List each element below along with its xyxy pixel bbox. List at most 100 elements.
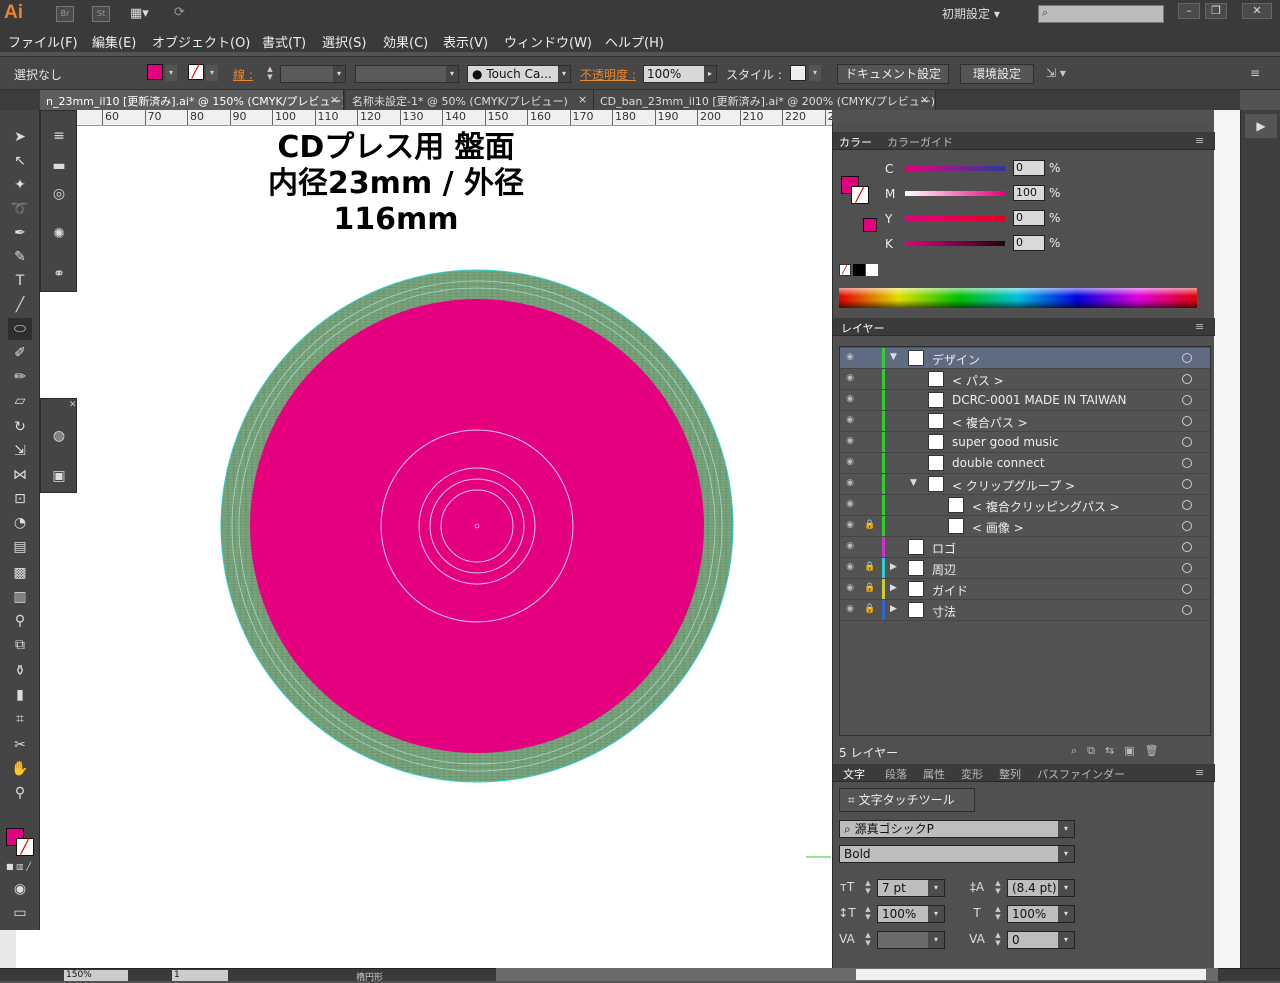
visibility-eye-icon[interactable]: ◉ bbox=[843, 499, 857, 511]
kerning-field[interactable]: ▾ bbox=[877, 931, 945, 949]
leading-field[interactable]: (8.4 pt) ▾ bbox=[1007, 879, 1075, 897]
label-disc[interactable] bbox=[250, 299, 704, 753]
shape-builder-tool-icon[interactable]: ◔ bbox=[8, 512, 32, 534]
layer-row[interactable]: ◉ ▼ < クリップグループ > bbox=[840, 474, 1210, 495]
bridge-button[interactable]: Br bbox=[56, 6, 74, 22]
variable-width-dropdown[interactable]: ▾ bbox=[355, 65, 459, 83]
document-setup-button[interactable]: ドキュメント設定 bbox=[837, 64, 949, 84]
eyedropper-tool-icon[interactable]: ⚲ bbox=[8, 610, 32, 632]
eraser-tool-icon[interactable]: ▱ bbox=[8, 390, 32, 412]
menu-effect[interactable]: 効果(C) bbox=[383, 32, 428, 51]
mesh-tool-icon[interactable]: ▩ bbox=[8, 562, 32, 584]
visibility-eye-icon[interactable]: ◉ bbox=[843, 583, 857, 595]
zoom-tool-icon[interactable]: ⚲ bbox=[8, 782, 32, 804]
layers-footer-buttons[interactable]: ⌕⧉⇆▣🗑 bbox=[1071, 744, 1211, 760]
chevron-down-icon[interactable]: ▾ bbox=[809, 65, 821, 81]
workspace-switcher[interactable]: 初期設定 ▾ bbox=[942, 5, 1020, 23]
direct-selection-tool-icon[interactable]: ↖ bbox=[8, 150, 32, 172]
font-size-field[interactable]: 7 pt ▾ bbox=[877, 879, 945, 897]
target-circle-icon[interactable] bbox=[1182, 374, 1192, 384]
target-circle-icon[interactable] bbox=[1182, 542, 1192, 552]
symbol-sprayer-tool-icon[interactable]: ⚱ bbox=[8, 660, 32, 682]
lock-toggle[interactable] bbox=[864, 394, 876, 406]
layer-row[interactable]: ◉ 🔒 ▶ 周辺 bbox=[840, 558, 1210, 579]
target-circle-icon[interactable] bbox=[1182, 416, 1192, 426]
lock-toggle[interactable] bbox=[864, 436, 876, 448]
tab-paragraph[interactable]: 段落 bbox=[885, 766, 907, 782]
black-slider[interactable] bbox=[905, 241, 1005, 246]
lock-toggle[interactable] bbox=[864, 457, 876, 469]
lock-toggle[interactable] bbox=[864, 415, 876, 427]
touch-type-button[interactable]: ⌗ 文字タッチツール bbox=[839, 788, 975, 812]
line-tool-icon[interactable]: ╱ bbox=[8, 294, 32, 316]
stroke-weight-spinner[interactable]: ▲ ▼ bbox=[263, 65, 277, 83]
artboard[interactable]: CDプレス用 盤面 内径23mm / 外径116mm bbox=[16, 126, 832, 968]
lock-toggle[interactable] bbox=[864, 478, 876, 490]
vertical-scale-spinner[interactable]: ▲ ▼ bbox=[863, 905, 873, 923]
preferences-button[interactable]: 環境設定 bbox=[960, 64, 1034, 84]
color-stroke-swatch[interactable]: ╱ bbox=[851, 186, 869, 204]
lock-icon[interactable]: 🔒 bbox=[864, 583, 876, 595]
target-circle-icon[interactable] bbox=[1182, 563, 1192, 573]
type-tool-icon[interactable]: T bbox=[8, 270, 32, 292]
lock-icon[interactable]: 🔒 bbox=[864, 604, 876, 616]
transparency-panel-icon[interactable]: ◎ bbox=[47, 183, 71, 205]
layer-row[interactable]: ◉ 🔒 ▶ ガイド bbox=[840, 579, 1210, 600]
menu-window[interactable]: ウィンドウ(W) bbox=[504, 32, 592, 51]
stroke-color-box[interactable]: ╱ bbox=[16, 838, 34, 856]
none-swatch[interactable]: ╱ bbox=[839, 264, 851, 276]
disclosure-closed-icon[interactable]: ▶ bbox=[890, 604, 900, 614]
gradient-panel-icon[interactable]: ▬ bbox=[47, 155, 71, 177]
lock-toggle[interactable] bbox=[864, 373, 876, 385]
cyan-value[interactable]: 0 bbox=[1013, 160, 1045, 176]
tab-layers[interactable]: レイヤー bbox=[841, 320, 885, 336]
close-icon[interactable]: × bbox=[578, 93, 587, 106]
menu-help[interactable]: ヘルプ(H) bbox=[605, 32, 664, 51]
close-window-button[interactable]: ✕ bbox=[1242, 3, 1272, 19]
stock-button[interactable]: St bbox=[92, 6, 110, 22]
tab-color-guide[interactable]: カラーガイド bbox=[887, 134, 953, 150]
arrange-docs-icon[interactable]: ▦▾ bbox=[130, 6, 158, 22]
rotate-tool-icon[interactable]: ↻ bbox=[8, 416, 32, 438]
zoom-field[interactable]: 150% bbox=[64, 970, 128, 981]
tracking-field[interactable]: 0 ▾ bbox=[1007, 931, 1075, 949]
chevron-down-icon[interactable]: ▾ bbox=[165, 65, 177, 81]
visibility-eye-icon[interactable]: ◉ bbox=[843, 562, 857, 574]
color-spectrum[interactable] bbox=[839, 288, 1197, 308]
visibility-eye-icon[interactable]: ◉ bbox=[843, 373, 857, 385]
visibility-eye-icon[interactable]: ◉ bbox=[843, 604, 857, 616]
font-style-field[interactable]: Bold ▾ bbox=[839, 845, 1075, 863]
target-circle-icon[interactable] bbox=[1182, 605, 1192, 615]
expand-panels-icon[interactable]: ▶ bbox=[1245, 114, 1277, 138]
horizontal-scale-field[interactable]: 100% ▾ bbox=[1007, 905, 1075, 923]
white-swatch[interactable] bbox=[866, 264, 878, 276]
opacity-label[interactable]: 不透明度 : bbox=[580, 66, 636, 83]
tab-pathfinder[interactable]: パスファインダー bbox=[1037, 766, 1125, 782]
links-panel-icon[interactable]: ⚭ bbox=[47, 263, 71, 285]
tab-align[interactable]: 整列 bbox=[999, 766, 1021, 782]
font-size-spinner[interactable]: ▲ ▼ bbox=[863, 879, 873, 897]
target-circle-icon[interactable] bbox=[1182, 437, 1192, 447]
fill-swatch[interactable] bbox=[147, 64, 163, 80]
free-transform-tool-icon[interactable]: ⊡ bbox=[8, 488, 32, 510]
menu-view[interactable]: 表示(V) bbox=[443, 32, 488, 51]
panel-menu-icon[interactable]: ≡ bbox=[1195, 766, 1204, 779]
lock-icon[interactable]: 🔒 bbox=[864, 520, 876, 532]
visibility-eye-icon[interactable]: ◉ bbox=[843, 415, 857, 427]
tab-document-2[interactable]: 名称未設定-1* @ 50% (CMYK/プレビュー) bbox=[346, 90, 594, 110]
layer-row[interactable]: ◉ double connect bbox=[840, 453, 1210, 474]
disclosure-open-icon[interactable]: ▼ bbox=[890, 352, 900, 362]
chevron-down-icon[interactable]: ▾ bbox=[206, 65, 218, 81]
tab-document-3[interactable]: CD_ban_23mm_il10 [更新済み].ai* @ 200% (CMYK… bbox=[594, 90, 936, 110]
visibility-eye-icon[interactable]: ◉ bbox=[843, 478, 857, 490]
visibility-eye-icon[interactable]: ◉ bbox=[843, 457, 857, 469]
draw-mode-icon[interactable]: ◉ bbox=[8, 878, 32, 900]
disclosure-closed-icon[interactable]: ▶ bbox=[890, 583, 900, 593]
scale-tool-icon[interactable]: ⇲ bbox=[8, 440, 32, 462]
scroll-thumb[interactable] bbox=[856, 969, 1206, 980]
lock-toggle[interactable] bbox=[864, 541, 876, 553]
libraries-panel-icon[interactable]: ▣ bbox=[47, 465, 71, 487]
tracking-spinner[interactable]: ▲ ▼ bbox=[993, 931, 1003, 949]
magenta-value[interactable]: 100 bbox=[1013, 185, 1045, 201]
target-circle-icon[interactable] bbox=[1182, 521, 1192, 531]
